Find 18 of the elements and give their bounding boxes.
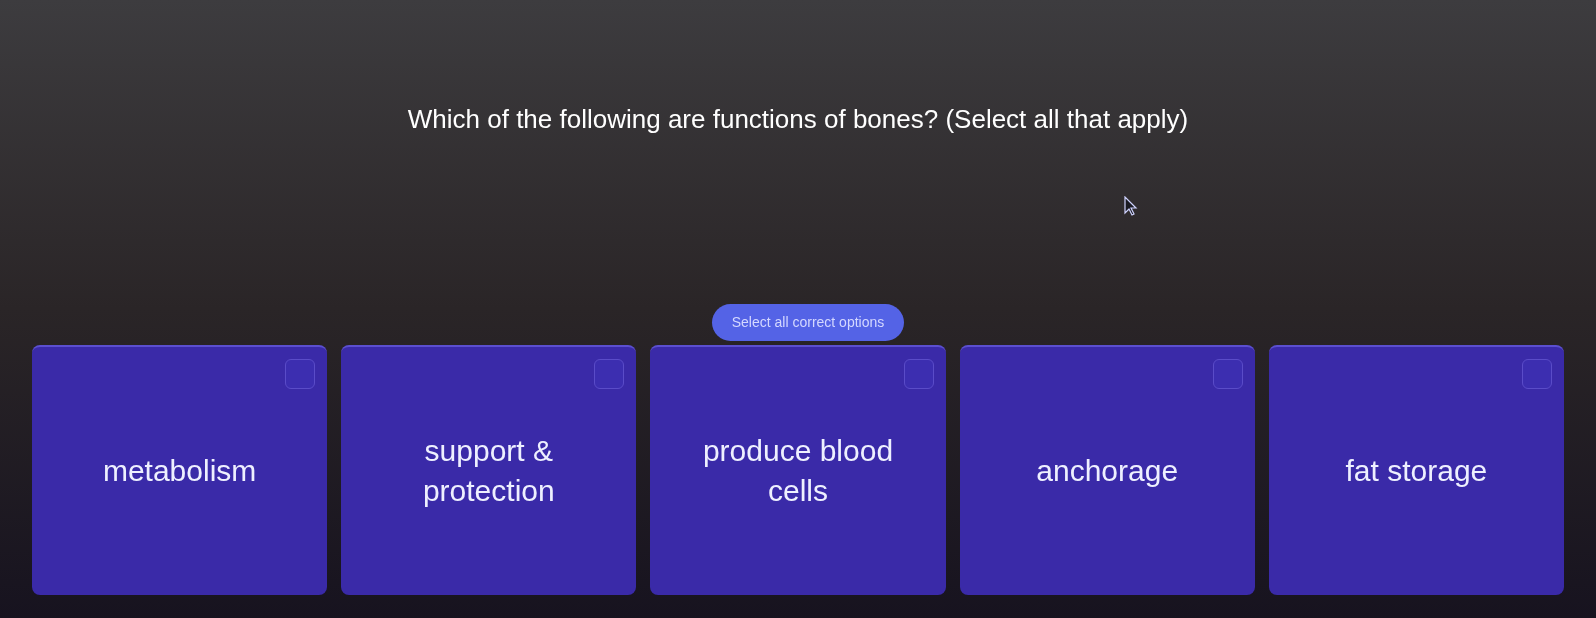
hint-pill: Select all correct options: [711, 304, 905, 341]
answer-option[interactable]: produce blood cells: [650, 345, 946, 595]
checkbox[interactable]: [594, 359, 625, 389]
answer-option[interactable]: fat storage: [1268, 345, 1564, 595]
option-label: anchorage: [1036, 453, 1179, 489]
option-label: support & protection: [421, 433, 556, 509]
mouse-pointer-icon: [1124, 196, 1138, 216]
option-label: metabolism: [102, 453, 257, 489]
answer-option[interactable]: anchorage: [959, 345, 1255, 595]
answer-option[interactable]: metabolism: [32, 345, 328, 595]
option-label: produce blood cells: [701, 433, 895, 509]
question-text: Which of the following are functions of bones? (Select all that apply): [407, 103, 1189, 136]
checkbox[interactable]: [1212, 359, 1243, 389]
checkbox[interactable]: [1522, 359, 1552, 389]
option-label: fat storage: [1345, 453, 1488, 489]
checkbox[interactable]: [903, 359, 934, 389]
answer-option[interactable]: support & protection: [341, 345, 637, 595]
checkbox[interactable]: [285, 359, 316, 389]
